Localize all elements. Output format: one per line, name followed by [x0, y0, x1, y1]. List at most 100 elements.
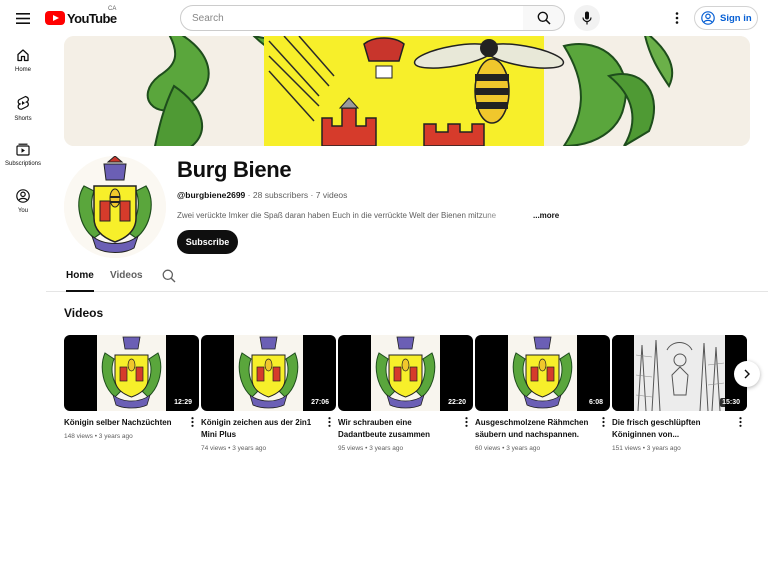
video-card[interactable]: 27:06 Königin zeichen aus der 2in1 Mini …: [201, 335, 336, 452]
vertical-dots-icon: [738, 417, 742, 427]
video-metadata: 60 views • 3 years ago: [475, 445, 541, 452]
video-duration: 22:20: [446, 398, 468, 407]
video-title[interactable]: Ausgeschmolzene Rähmchen säubern und nac…: [475, 417, 593, 441]
channel-banner: [64, 36, 750, 146]
microphone-icon: [582, 11, 592, 25]
video-action-menu-button[interactable]: [462, 416, 470, 428]
search-box: [180, 5, 524, 31]
thumbnail-image: [97, 335, 166, 411]
upload-age: 3 years ago: [98, 433, 133, 440]
upload-age: 3 years ago: [369, 445, 404, 452]
description-text: Zwei verückte Imker die Spaß daran haben…: [177, 211, 497, 220]
video-metadata: 148 views • 3 years ago: [64, 433, 133, 440]
video-action-menu-button[interactable]: [188, 416, 196, 428]
video-title[interactable]: Wir schrauben eine Dadantbeute zusammen: [338, 417, 456, 441]
mini-guide-sidebar: Home Shorts Subscriptions You: [0, 36, 46, 224]
description-more-link[interactable]: ...more: [533, 211, 559, 220]
video-action-menu-button[interactable]: [599, 416, 607, 428]
channel-search-button[interactable]: [162, 269, 178, 285]
vertical-dots-icon: [464, 417, 468, 427]
subscribe-button[interactable]: Subscribe: [177, 230, 238, 254]
logo-text: YouTube: [67, 10, 117, 26]
sidebar-item-label: Home: [14, 67, 31, 73]
video-count: 7 videos: [315, 190, 348, 200]
you-icon: [16, 189, 30, 203]
guide-menu-button[interactable]: [12, 8, 34, 28]
video-thumbnail[interactable]: 22:20: [338, 335, 473, 411]
video-card[interactable]: 12:29 Königin selber Nachzüchten 148 vie…: [64, 335, 199, 440]
video-card[interactable]: 6:08 Ausgeschmolzene Rähmchen säubern un…: [475, 335, 610, 452]
channel-description[interactable]: Zwei verückte Imker die Spaß daran haben…: [177, 211, 577, 220]
sidebar-item-home[interactable]: Home: [0, 36, 46, 83]
video-title[interactable]: Königin zeichen aus der 2in1 Mini Plus: [201, 417, 319, 441]
view-count: 74 views: [201, 445, 227, 452]
youtube-logo[interactable]: YouTube: [45, 10, 117, 26]
sidebar-item-label: You: [17, 208, 29, 214]
shelf-next-button[interactable]: [734, 361, 760, 387]
youtube-play-icon: [45, 11, 65, 25]
section-title: Videos: [64, 306, 104, 320]
chevron-right-icon: [744, 369, 750, 379]
video-thumbnail[interactable]: 27:06: [201, 335, 336, 411]
country-code: CA: [108, 6, 117, 12]
video-title[interactable]: Königin selber Nachzüchten: [64, 417, 182, 429]
thumbnail-image: [371, 335, 440, 411]
tab-videos[interactable]: Videos: [110, 270, 143, 281]
voice-search-button[interactable]: [574, 5, 600, 31]
top-bar: YouTube CA Sign in: [0, 0, 768, 36]
search-input[interactable]: [192, 12, 523, 24]
upload-age: 3 years ago: [506, 445, 541, 452]
vertical-dots-icon: [327, 417, 331, 427]
thumbnail-image: [234, 335, 303, 411]
sidebar-item-label: Subscriptions: [4, 161, 42, 167]
channel-handle: @burgbiene2699: [177, 190, 246, 200]
video-thumbnail[interactable]: 15:30: [612, 335, 747, 411]
sidebar-item-you[interactable]: You: [0, 177, 46, 224]
video-metadata: 95 views • 3 years ago: [338, 445, 404, 452]
video-card[interactable]: 22:20 Wir schrauben eine Dadantbeute zus…: [338, 335, 473, 452]
video-duration: 15:30: [720, 398, 742, 407]
sidebar-item-subscriptions[interactable]: Subscriptions: [0, 130, 46, 177]
subscriber-count: 28 subscribers: [252, 190, 309, 200]
upload-age: 3 years ago: [646, 445, 681, 452]
video-duration: 12:29: [172, 398, 194, 407]
thumbnail-image: [508, 335, 577, 411]
sidebar-item-label: Shorts: [14, 116, 32, 122]
shorts-icon: [17, 95, 29, 110]
vertical-dots-icon: [190, 417, 194, 427]
video-title[interactable]: Die frisch geschlüpften Königinnen von..…: [612, 417, 730, 441]
tab-home[interactable]: Home: [66, 270, 94, 292]
channel-tabs: Home Videos: [46, 263, 768, 292]
vertical-dots-icon: [601, 417, 605, 427]
video-thumbnail[interactable]: 12:29: [64, 335, 199, 411]
video-duration: 6:08: [586, 398, 605, 407]
channel-metadata: @burgbiene2699 · 28 subscribers · 7 vide…: [177, 190, 347, 200]
video-metadata: 151 views • 3 years ago: [612, 445, 681, 452]
hamburger-menu-icon: [16, 12, 30, 24]
banner-artwork: [64, 36, 750, 146]
coat-of-arms-image: [64, 156, 166, 258]
search-button[interactable]: [523, 5, 565, 31]
video-card[interactable]: 15:30 Die frisch geschlüpften Königinnen…: [612, 335, 747, 452]
video-duration: 27:06: [309, 398, 331, 407]
sign-in-label: Sign in: [720, 12, 752, 24]
view-count: 148 views: [64, 433, 93, 440]
home-icon: [17, 49, 29, 62]
view-count: 151 views: [612, 445, 641, 452]
video-thumbnail[interactable]: 6:08: [475, 335, 610, 411]
channel-name: Burg Biene: [177, 157, 292, 182]
video-action-menu-button[interactable]: [736, 416, 744, 428]
sign-in-button[interactable]: Sign in: [694, 6, 758, 30]
subscriptions-icon: [16, 143, 30, 156]
sidebar-item-shorts[interactable]: Shorts: [0, 83, 46, 130]
search-icon: [162, 269, 176, 283]
view-count: 60 views: [475, 445, 501, 452]
settings-more-button[interactable]: [668, 8, 686, 28]
video-metadata: 74 views • 3 years ago: [201, 445, 267, 452]
video-action-menu-button[interactable]: [325, 416, 333, 428]
view-count: 95 views: [338, 445, 364, 452]
upload-age: 3 years ago: [232, 445, 267, 452]
search-icon: [537, 11, 551, 25]
account-circle-icon: [701, 11, 715, 25]
channel-avatar: [64, 156, 166, 258]
